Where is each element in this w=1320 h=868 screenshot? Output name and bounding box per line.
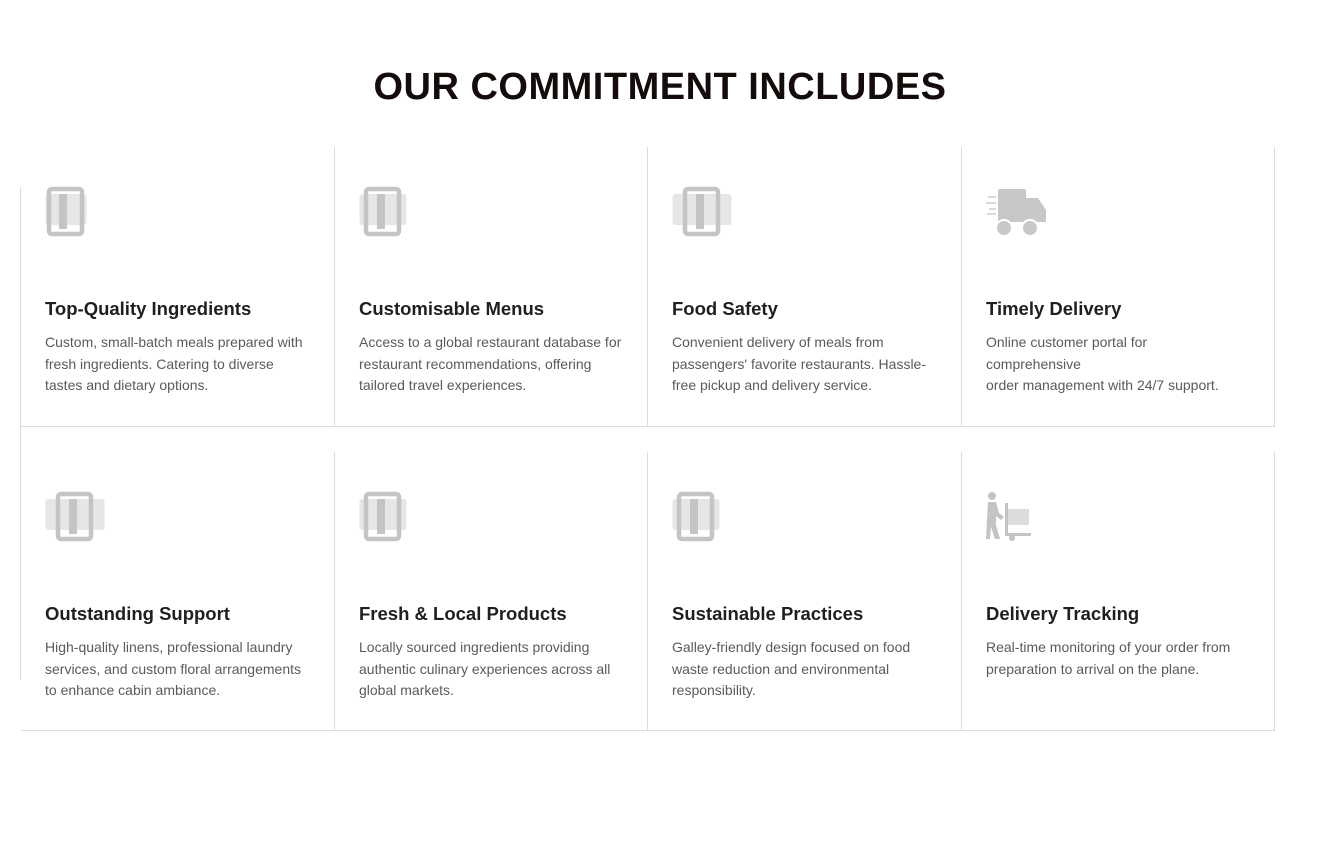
card-title: Customisable Menus bbox=[359, 298, 545, 319]
panel-icon bbox=[672, 186, 732, 237]
card-description: Galley-friendly design focused on food w… bbox=[672, 639, 911, 698]
grid-divider bbox=[647, 452, 648, 731]
card-description-line: order management with 24/7 support. bbox=[986, 377, 1219, 393]
card-description-line: Online customer portal for comprehensive bbox=[986, 334, 1148, 372]
grid-divider bbox=[647, 147, 648, 427]
grid-divider bbox=[961, 452, 962, 731]
panel-icon bbox=[672, 491, 720, 542]
panel-icon bbox=[45, 186, 87, 237]
card-description: Locally sourced ingredients providing au… bbox=[359, 639, 611, 698]
grid-divider bbox=[334, 147, 335, 427]
card-description: High-quality linens, professional laundr… bbox=[45, 639, 301, 698]
card-description: Custom, small-batch meals prepared with … bbox=[45, 334, 303, 393]
card-title: Fresh & Local Products bbox=[359, 603, 567, 624]
grid-divider bbox=[21, 730, 1275, 731]
card-title: Outstanding Support bbox=[45, 603, 230, 624]
card-description: Real-time monitoring of your order from … bbox=[986, 639, 1231, 677]
grid-divider bbox=[1274, 147, 1275, 427]
panel-icon bbox=[45, 491, 105, 542]
panel-icon bbox=[359, 491, 407, 542]
delivery-truck-icon bbox=[986, 189, 1046, 237]
grid-divider bbox=[20, 426, 1275, 427]
card-title: Sustainable Practices bbox=[672, 603, 864, 624]
card-description: Access to a global restaurant database f… bbox=[359, 334, 622, 393]
grid-divider bbox=[20, 187, 21, 427]
grid-divider bbox=[20, 427, 21, 680]
grid-divider bbox=[961, 147, 962, 427]
card-title: Delivery Tracking bbox=[986, 603, 1140, 624]
hand-truck-icon bbox=[986, 492, 1031, 541]
card-description: Convenient delivery of meals from passen… bbox=[672, 334, 927, 393]
page-title: OUR COMMITMENT INCLUDES bbox=[373, 66, 947, 108]
grid-divider bbox=[1274, 452, 1275, 731]
card-title: Timely Delivery bbox=[986, 298, 1122, 319]
card-description: Online customer portal for comprehensive… bbox=[986, 332, 1236, 397]
grid-divider bbox=[334, 452, 335, 731]
panel-icon bbox=[359, 186, 407, 237]
card-title: Top-Quality Ingredients bbox=[45, 298, 252, 319]
card-title: Food Safety bbox=[672, 298, 778, 319]
